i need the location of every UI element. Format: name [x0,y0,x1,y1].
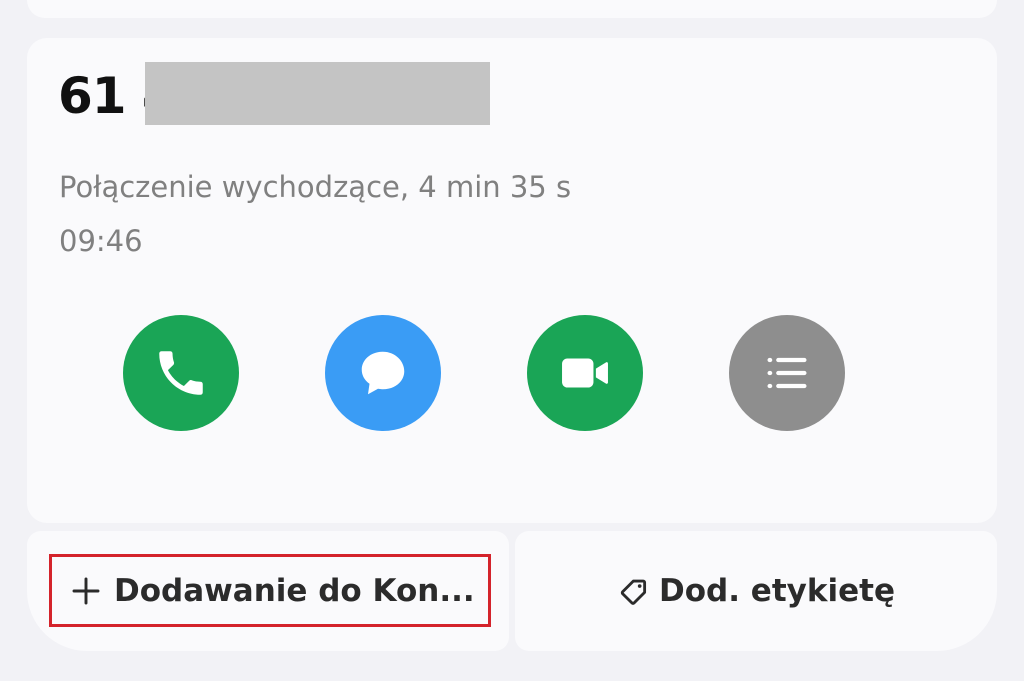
call-info: Połączenie wychodzące, 4 min 35 s [59,170,572,204]
add-tag-button[interactable]: Dod. etykietę [515,557,997,624]
call-button[interactable] [123,315,239,431]
plus-icon [70,575,102,607]
add-tag-label: Dod. etykietę [659,572,895,609]
tag-icon [617,574,651,608]
message-icon [353,343,413,403]
add-to-contacts-button[interactable]: Dodawanie do Kon... [52,557,488,624]
previous-card [27,0,997,18]
video-icon [556,344,614,402]
add-to-contacts-label: Dodawanie do Kon... [114,572,475,609]
list-icon [761,347,813,399]
details-button[interactable] [729,315,845,431]
message-button[interactable] [325,315,441,431]
video-call-button[interactable] [527,315,643,431]
redaction-box [145,62,490,125]
call-time: 09:46 [59,224,143,258]
phone-icon [152,344,210,402]
